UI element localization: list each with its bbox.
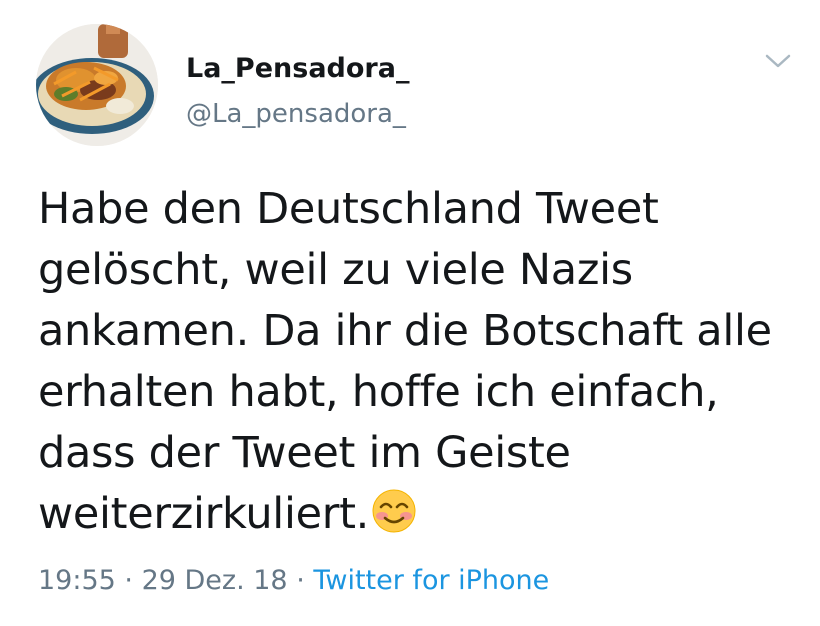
user-handle[interactable]: @La_pensadora_ [186, 99, 406, 129]
avatar[interactable] [36, 24, 158, 146]
meta-separator: · [287, 565, 314, 596]
chevron-down-icon[interactable] [764, 50, 792, 72]
tweet-body: Habe den Deutschland Tweet gelöscht, wei… [38, 179, 808, 545]
tweet-text: Habe den Deutschland Tweet gelöscht, wei… [38, 184, 772, 539]
display-name[interactable]: La_Pensadora_ [186, 53, 409, 84]
tweet-date[interactable]: 29 Dez. 18 [142, 565, 288, 596]
tweet-card: La_Pensadora_ @La_pensadora_ Habe den De… [0, 0, 820, 626]
smiling-face-emoji-icon [371, 488, 417, 534]
tweet-source-link[interactable]: Twitter for iPhone [313, 565, 549, 596]
tweet-time[interactable]: 19:55 [38, 565, 116, 596]
tweet-meta: 19:55 · 29 Dez. 18 · Twitter for iPhone [38, 565, 549, 596]
meta-separator: · [115, 565, 142, 596]
